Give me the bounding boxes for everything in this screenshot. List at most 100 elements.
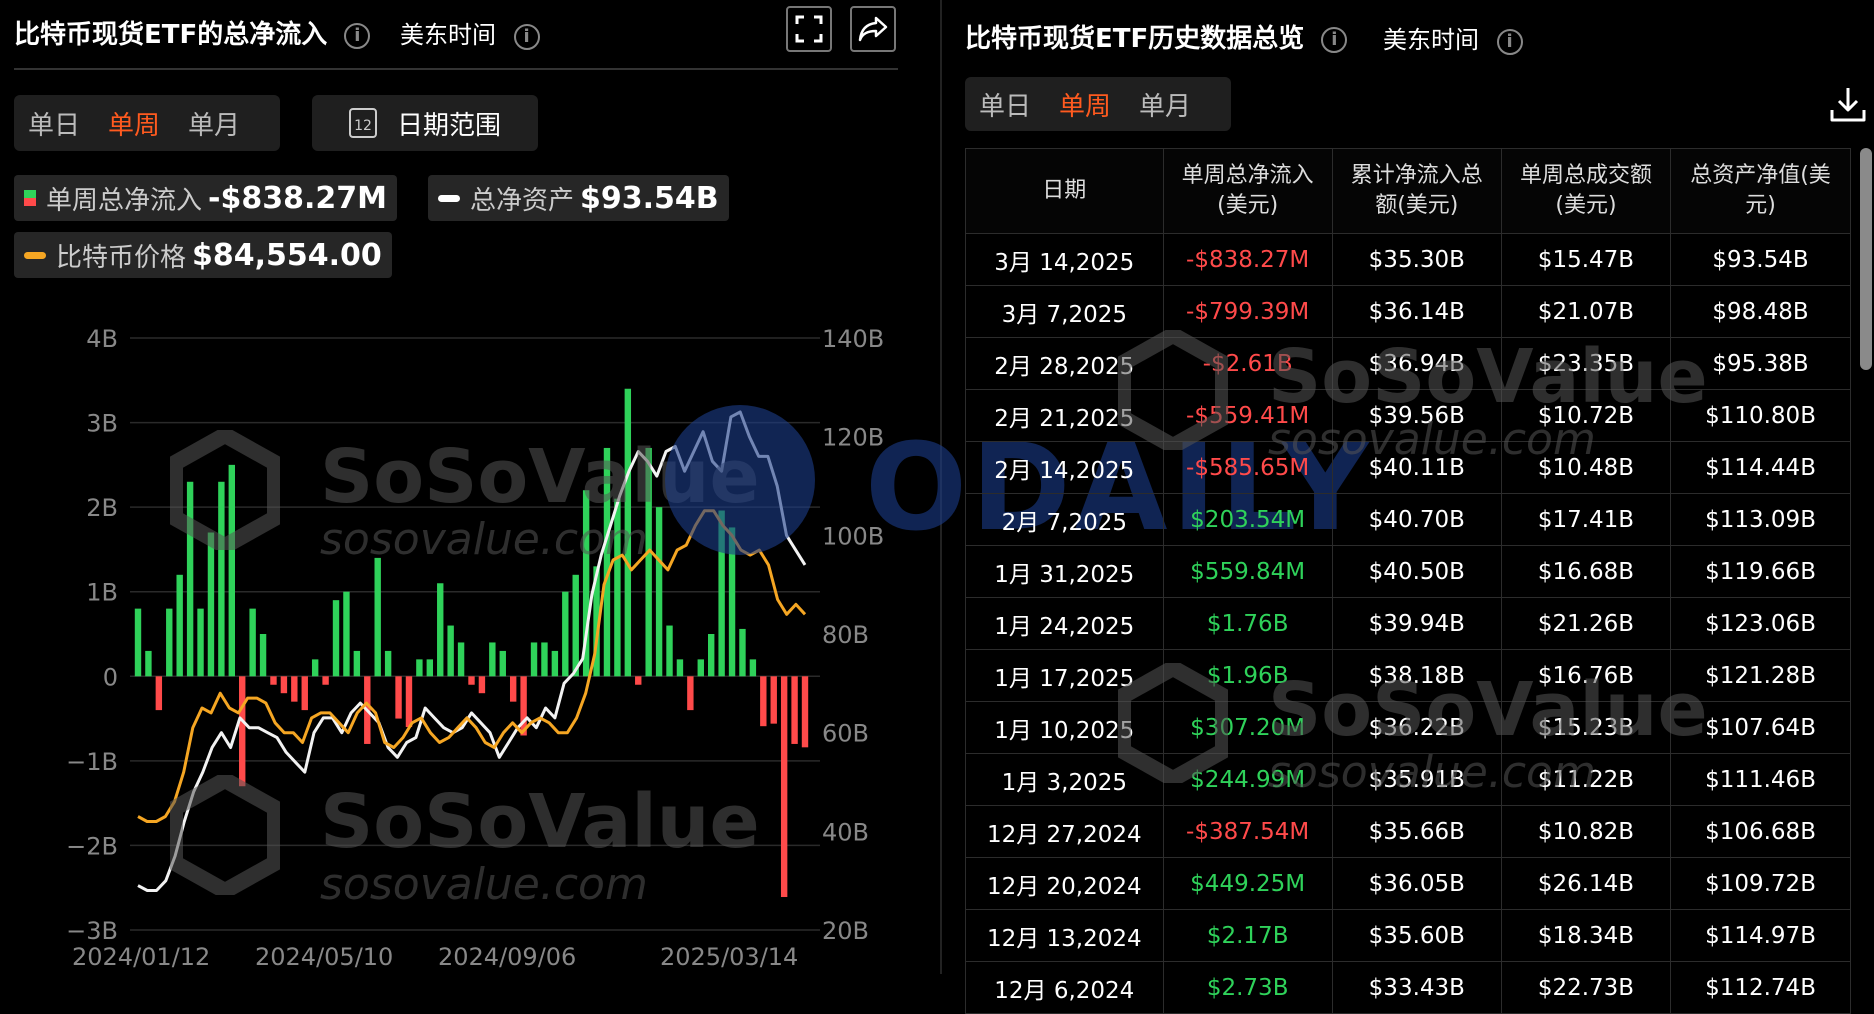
value-cell: $2.73B bbox=[1162, 961, 1333, 1014]
flow-bar bbox=[697, 659, 704, 677]
value-cell: $39.94B bbox=[1331, 597, 1502, 650]
flow-bar bbox=[624, 388, 632, 677]
value-cell: -$585.65M bbox=[1162, 441, 1333, 494]
column-header[interactable]: 日期 bbox=[965, 148, 1164, 234]
value-cell: $113.09B bbox=[1670, 493, 1851, 546]
right-axis-tick: 100B bbox=[822, 522, 884, 550]
value-cell: $98.48B bbox=[1670, 285, 1851, 338]
value-cell: $36.22B bbox=[1331, 701, 1502, 754]
value-cell: $36.94B bbox=[1331, 337, 1502, 390]
column-header[interactable]: 单周总成交额 (美元) bbox=[1500, 148, 1672, 234]
flow-bar bbox=[478, 676, 486, 694]
tab-day[interactable]: 单日 bbox=[965, 86, 1045, 123]
value-cell: -$387.54M bbox=[1162, 805, 1333, 858]
flow-bar bbox=[676, 659, 684, 677]
value-cell: -$2.61B bbox=[1162, 337, 1333, 390]
value-cell: $39.56B bbox=[1331, 389, 1502, 442]
flow-bar bbox=[353, 650, 361, 677]
flow-bar bbox=[270, 676, 277, 685]
flow-bar bbox=[635, 676, 642, 685]
date-cell: 3月 7,2025 bbox=[965, 285, 1164, 338]
value-cell: $40.11B bbox=[1331, 441, 1502, 494]
net-inflow-chart-panel: 比特币现货ETF的总净流入 i 美东时间 i 单日 单周 单月 12 日期范围 … bbox=[0, 0, 910, 974]
table-row: 1月 3,2025 $244.99M $35.91B $11.22B $111.46B bbox=[965, 753, 1851, 806]
value-cell: $21.07B bbox=[1500, 285, 1672, 338]
tab-week[interactable]: 单周 bbox=[1045, 86, 1125, 123]
value-cell: $11.22B bbox=[1500, 753, 1672, 806]
value-cell: $23.35B bbox=[1500, 337, 1672, 390]
flow-bar bbox=[687, 676, 694, 711]
timezone-label: 美东时间 i bbox=[1383, 20, 1523, 55]
flow-bar bbox=[197, 608, 204, 677]
date-cell: 1月 10,2025 bbox=[965, 701, 1164, 754]
table-period-tabs: 单日 单周 单月 bbox=[965, 77, 1231, 131]
flow-bar bbox=[291, 676, 298, 702]
value-cell: $559.84M bbox=[1162, 545, 1333, 598]
value-cell: $1.76B bbox=[1162, 597, 1333, 650]
flow-bar bbox=[332, 600, 340, 677]
flow-bar bbox=[416, 659, 423, 677]
timezone-info-icon[interactable]: i bbox=[1496, 29, 1523, 55]
table-row: 3月 7,2025 -$799.39M $36.14B $21.07B $98.48B bbox=[965, 285, 1851, 338]
flow-bar bbox=[186, 481, 194, 677]
flow-bar bbox=[218, 481, 225, 677]
flow-bar bbox=[166, 608, 173, 677]
date-cell: 12月 20,2024 bbox=[965, 857, 1164, 910]
table-title-text: 比特币现货ETF历史数据总览 bbox=[965, 24, 1305, 54]
assets-line bbox=[137, 410, 807, 892]
value-cell: $35.30B bbox=[1331, 233, 1502, 286]
flow-bar bbox=[728, 527, 736, 677]
value-cell: $95.38B bbox=[1670, 337, 1851, 390]
column-header[interactable]: 总资产净值(美 元) bbox=[1670, 148, 1851, 234]
value-cell: $203.54M bbox=[1162, 493, 1333, 546]
flow-bar bbox=[509, 676, 517, 702]
flow-bar bbox=[374, 557, 381, 677]
value-cell: $2.17B bbox=[1162, 909, 1333, 962]
flow-bar bbox=[405, 676, 413, 728]
value-cell: $114.97B bbox=[1670, 909, 1851, 962]
right-axis-tick: 120B bbox=[822, 424, 884, 452]
table-row: 3月 14,2025 -$838.27M $35.30B $15.47B $93.54B bbox=[965, 233, 1851, 286]
download-icon[interactable] bbox=[1828, 84, 1868, 124]
column-header[interactable]: 累计净流入总 额(美元) bbox=[1331, 148, 1502, 234]
date-cell: 3月 14,2025 bbox=[965, 233, 1164, 286]
flow-bar bbox=[801, 676, 809, 748]
value-cell: $18.34B bbox=[1500, 909, 1672, 962]
table-row: 2月 28,2025 -$2.61B $36.94B $23.35B $95.38B bbox=[965, 337, 1851, 390]
flow-bar bbox=[666, 625, 673, 677]
value-cell: $33.43B bbox=[1331, 961, 1502, 1014]
value-cell: $15.23B bbox=[1500, 701, 1672, 754]
table-row: 12月 6,2024 $2.73B $33.43B $22.73B $112.74B bbox=[965, 961, 1851, 1014]
flow-bar bbox=[301, 676, 308, 711]
date-cell: 12月 6,2024 bbox=[965, 961, 1164, 1014]
value-cell: $22.73B bbox=[1500, 961, 1672, 1014]
flow-bar bbox=[655, 507, 663, 677]
right-axis-tick: 140B bbox=[822, 325, 884, 353]
date-cell: 2月 14,2025 bbox=[965, 441, 1164, 494]
left-axis-tick: 0 bbox=[103, 663, 118, 691]
value-cell: $26.14B bbox=[1500, 857, 1672, 910]
column-header[interactable]: 单周总净流入 (美元) bbox=[1162, 148, 1333, 234]
table-scrollbar[interactable] bbox=[1860, 148, 1872, 370]
date-cell: 1月 3,2025 bbox=[965, 753, 1164, 806]
table-row: 1月 31,2025 $559.84M $40.50B $16.68B $119.66B bbox=[965, 545, 1851, 598]
flow-bar bbox=[572, 574, 579, 677]
flow-bar bbox=[791, 676, 798, 744]
value-cell: -$559.41M bbox=[1162, 389, 1333, 442]
net-inflow-chart: 4B 3B 2B 1B 0 −1B −2B −3B 140B 120B 100B 80B 60B 40B 2… bbox=[66, 325, 884, 971]
left-axis-tick: 1B bbox=[86, 579, 118, 607]
value-cell: $112.74B bbox=[1670, 961, 1851, 1014]
info-icon[interactable]: i bbox=[1321, 27, 1348, 53]
flow-bar bbox=[343, 591, 350, 677]
value-cell: $21.26B bbox=[1500, 597, 1672, 650]
value-cell: $40.70B bbox=[1331, 493, 1502, 546]
date-cell: 2月 7,2025 bbox=[965, 493, 1164, 546]
flow-bar bbox=[541, 642, 548, 677]
table-title: 比特币现货ETF历史数据总览 i bbox=[965, 18, 1348, 55]
left-axis-tick: 2B bbox=[86, 494, 118, 522]
value-cell: $1.96B bbox=[1162, 649, 1333, 702]
flow-bar bbox=[551, 650, 559, 677]
flow-bar bbox=[228, 464, 235, 677]
flow-bar bbox=[207, 532, 215, 677]
tab-month[interactable]: 单月 bbox=[1125, 86, 1205, 123]
